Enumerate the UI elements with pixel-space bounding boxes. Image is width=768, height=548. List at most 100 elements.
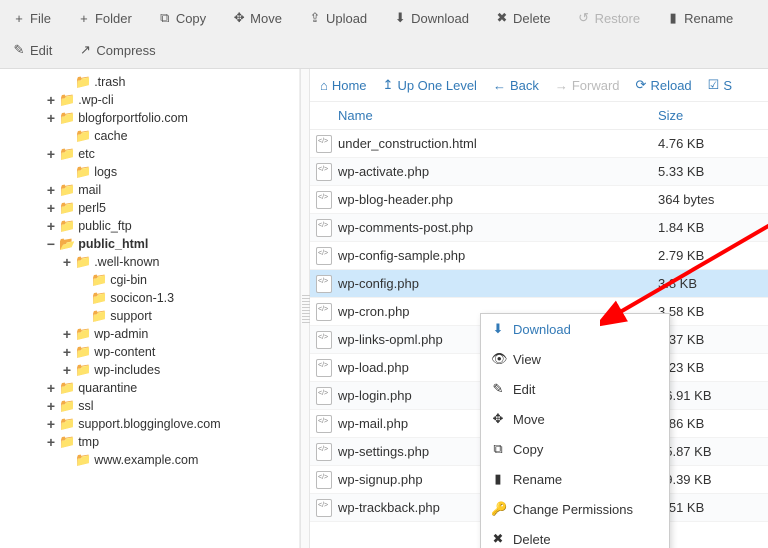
ctx-move[interactable]: ✥Move (481, 404, 669, 434)
tree-item[interactable]: +📁quarantine (0, 379, 299, 397)
tree-item[interactable]: +📁tmp (0, 433, 299, 451)
upload-button[interactable]: ⇪Upload (302, 6, 373, 36)
file-icon (310, 303, 338, 321)
tree-item[interactable]: 📁.trash (0, 73, 299, 91)
tree-item[interactable]: +📁support.blogginglove.com (0, 415, 299, 433)
download-button[interactable]: ⬇ Download (387, 6, 475, 36)
expand-icon[interactable]: + (46, 221, 56, 231)
rename-button-label: Rename (684, 11, 733, 26)
file-row[interactable]: under_construction.html4.76 KB (310, 130, 768, 158)
expand-icon[interactable]: + (46, 113, 56, 123)
rename-button-icon: ▮ (666, 10, 680, 26)
splitter[interactable] (300, 69, 310, 548)
forward-link[interactable]: →Forward (555, 78, 620, 93)
tree-item[interactable]: −📂public_html (0, 235, 299, 253)
expand-icon[interactable]: + (46, 185, 56, 195)
tree-item[interactable]: 📁cache (0, 127, 299, 145)
tree-item[interactable]: 📁www.example.com (0, 451, 299, 469)
home-link[interactable]: ⌂Home (320, 78, 367, 93)
expand-icon[interactable]: + (46, 437, 56, 447)
file-row[interactable]: wp-comments-post.php1.84 KB (310, 214, 768, 242)
ctx-delete[interactable]: ✖Delete (481, 524, 669, 548)
folder-icon: 📁 (59, 200, 75, 216)
expand-icon[interactable]: + (62, 257, 72, 267)
file-button[interactable]: +File (6, 6, 57, 36)
folder-icon: 📁 (59, 146, 75, 162)
ctx-permissions[interactable]: 🔑Change Permissions (481, 494, 669, 524)
expand-icon[interactable]: + (62, 347, 72, 357)
file-row[interactable]: wp-activate.php5.33 KB (310, 158, 768, 186)
back-link[interactable]: ←Back (493, 78, 539, 93)
delete-button[interactable]: ✖Delete (489, 6, 557, 36)
tree-item[interactable]: +📁mail (0, 181, 299, 199)
delete-button-icon: ✖ (495, 10, 509, 26)
tree-item[interactable]: +📁wp-admin (0, 325, 299, 343)
ctx-rename[interactable]: ▮Rename (481, 464, 669, 494)
tree-item[interactable]: +📁.wp-cli (0, 91, 299, 109)
folder-icon: 📁 (75, 254, 91, 270)
folder-button[interactable]: +Folder (71, 6, 138, 36)
col-size[interactable]: Size (658, 108, 768, 123)
edit-button[interactable]: ✎Edit (6, 38, 58, 68)
download-button-icon: ⬇ (393, 10, 407, 26)
tree-label: public_ftp (78, 219, 132, 233)
expand-icon[interactable]: + (46, 401, 56, 411)
download-button-label: Download (411, 11, 469, 26)
select-link[interactable]: ☑S (708, 77, 732, 93)
restore-button[interactable]: ↺Restore (571, 6, 647, 36)
file-header: Name Size (310, 102, 768, 130)
expand-icon[interactable]: + (46, 419, 56, 429)
file-icon (310, 443, 338, 461)
rename-button[interactable]: ▮ Rename (660, 6, 739, 36)
tree-item[interactable]: +📁.well-known (0, 253, 299, 271)
reload-link[interactable]: ⟳Reload (636, 77, 692, 93)
move-button[interactable]: ✥Move (226, 6, 288, 36)
tree-item[interactable]: +📁ssl (0, 397, 299, 415)
splitter-grip[interactable] (302, 295, 310, 323)
file-size: 36.91 KB (658, 388, 768, 403)
up-link[interactable]: ↥Up One Level (383, 77, 477, 93)
expand-icon[interactable]: + (46, 203, 56, 213)
file-list: under_construction.html4.76 KBwp-activat… (310, 130, 768, 548)
col-name[interactable]: Name (310, 108, 658, 123)
tree-label: public_html (78, 237, 148, 251)
copy-button-label: Copy (176, 11, 206, 26)
file-size: 3.58 KB (658, 304, 768, 319)
ctx-edit[interactable]: ✎Edit (481, 374, 669, 404)
expand-icon[interactable]: − (46, 239, 56, 249)
file-name: wp-config.php (338, 276, 658, 291)
tree-label: .trash (94, 75, 125, 89)
move-button-icon: ✥ (232, 10, 246, 26)
ctx-copy-label: Copy (513, 442, 543, 457)
tree-item[interactable]: +📁public_ftp (0, 217, 299, 235)
compress-button[interactable]: ↗Compress (72, 38, 161, 68)
tree-item[interactable]: 📁support (0, 307, 299, 325)
tree-item[interactable]: 📁cgi-bin (0, 271, 299, 289)
tree-item[interactable]: 📁logs (0, 163, 299, 181)
copy-button[interactable]: ⧉Copy (152, 6, 212, 36)
expand-icon[interactable]: + (46, 383, 56, 393)
file-size: 5.33 KB (658, 164, 768, 179)
expand-icon[interactable]: + (46, 95, 56, 105)
tree-item[interactable]: +📁perl5 (0, 199, 299, 217)
file-row[interactable]: wp-config.php3.8 KB (310, 270, 768, 298)
file-row[interactable]: wp-blog-header.php364 bytes (310, 186, 768, 214)
tree-label: cgi-bin (110, 273, 147, 287)
tree-item[interactable]: 📁socicon-1.3 (0, 289, 299, 307)
folder-icon: 📁 (59, 92, 75, 108)
ctx-view[interactable]: 👁 View (481, 344, 669, 374)
expand-icon[interactable]: + (62, 329, 72, 339)
expand-icon[interactable]: + (46, 149, 56, 159)
file-row[interactable]: wp-config-sample.php2.79 KB (310, 242, 768, 270)
tree-item[interactable]: +📁etc (0, 145, 299, 163)
tree-item[interactable]: +📁blogforportfolio.com (0, 109, 299, 127)
folder-button-label: Folder (95, 11, 132, 26)
edit-button-icon: ✎ (12, 42, 26, 58)
ctx-view-label: View (513, 352, 541, 367)
tree-item[interactable]: +📁wp-includes (0, 361, 299, 379)
tree-item[interactable]: +📁wp-content (0, 343, 299, 361)
ctx-view-icon: 👁 (491, 351, 505, 367)
ctx-download[interactable]: ⬇Download (481, 314, 669, 344)
expand-icon[interactable]: + (62, 365, 72, 375)
ctx-copy[interactable]: ⧉Copy (481, 434, 669, 464)
